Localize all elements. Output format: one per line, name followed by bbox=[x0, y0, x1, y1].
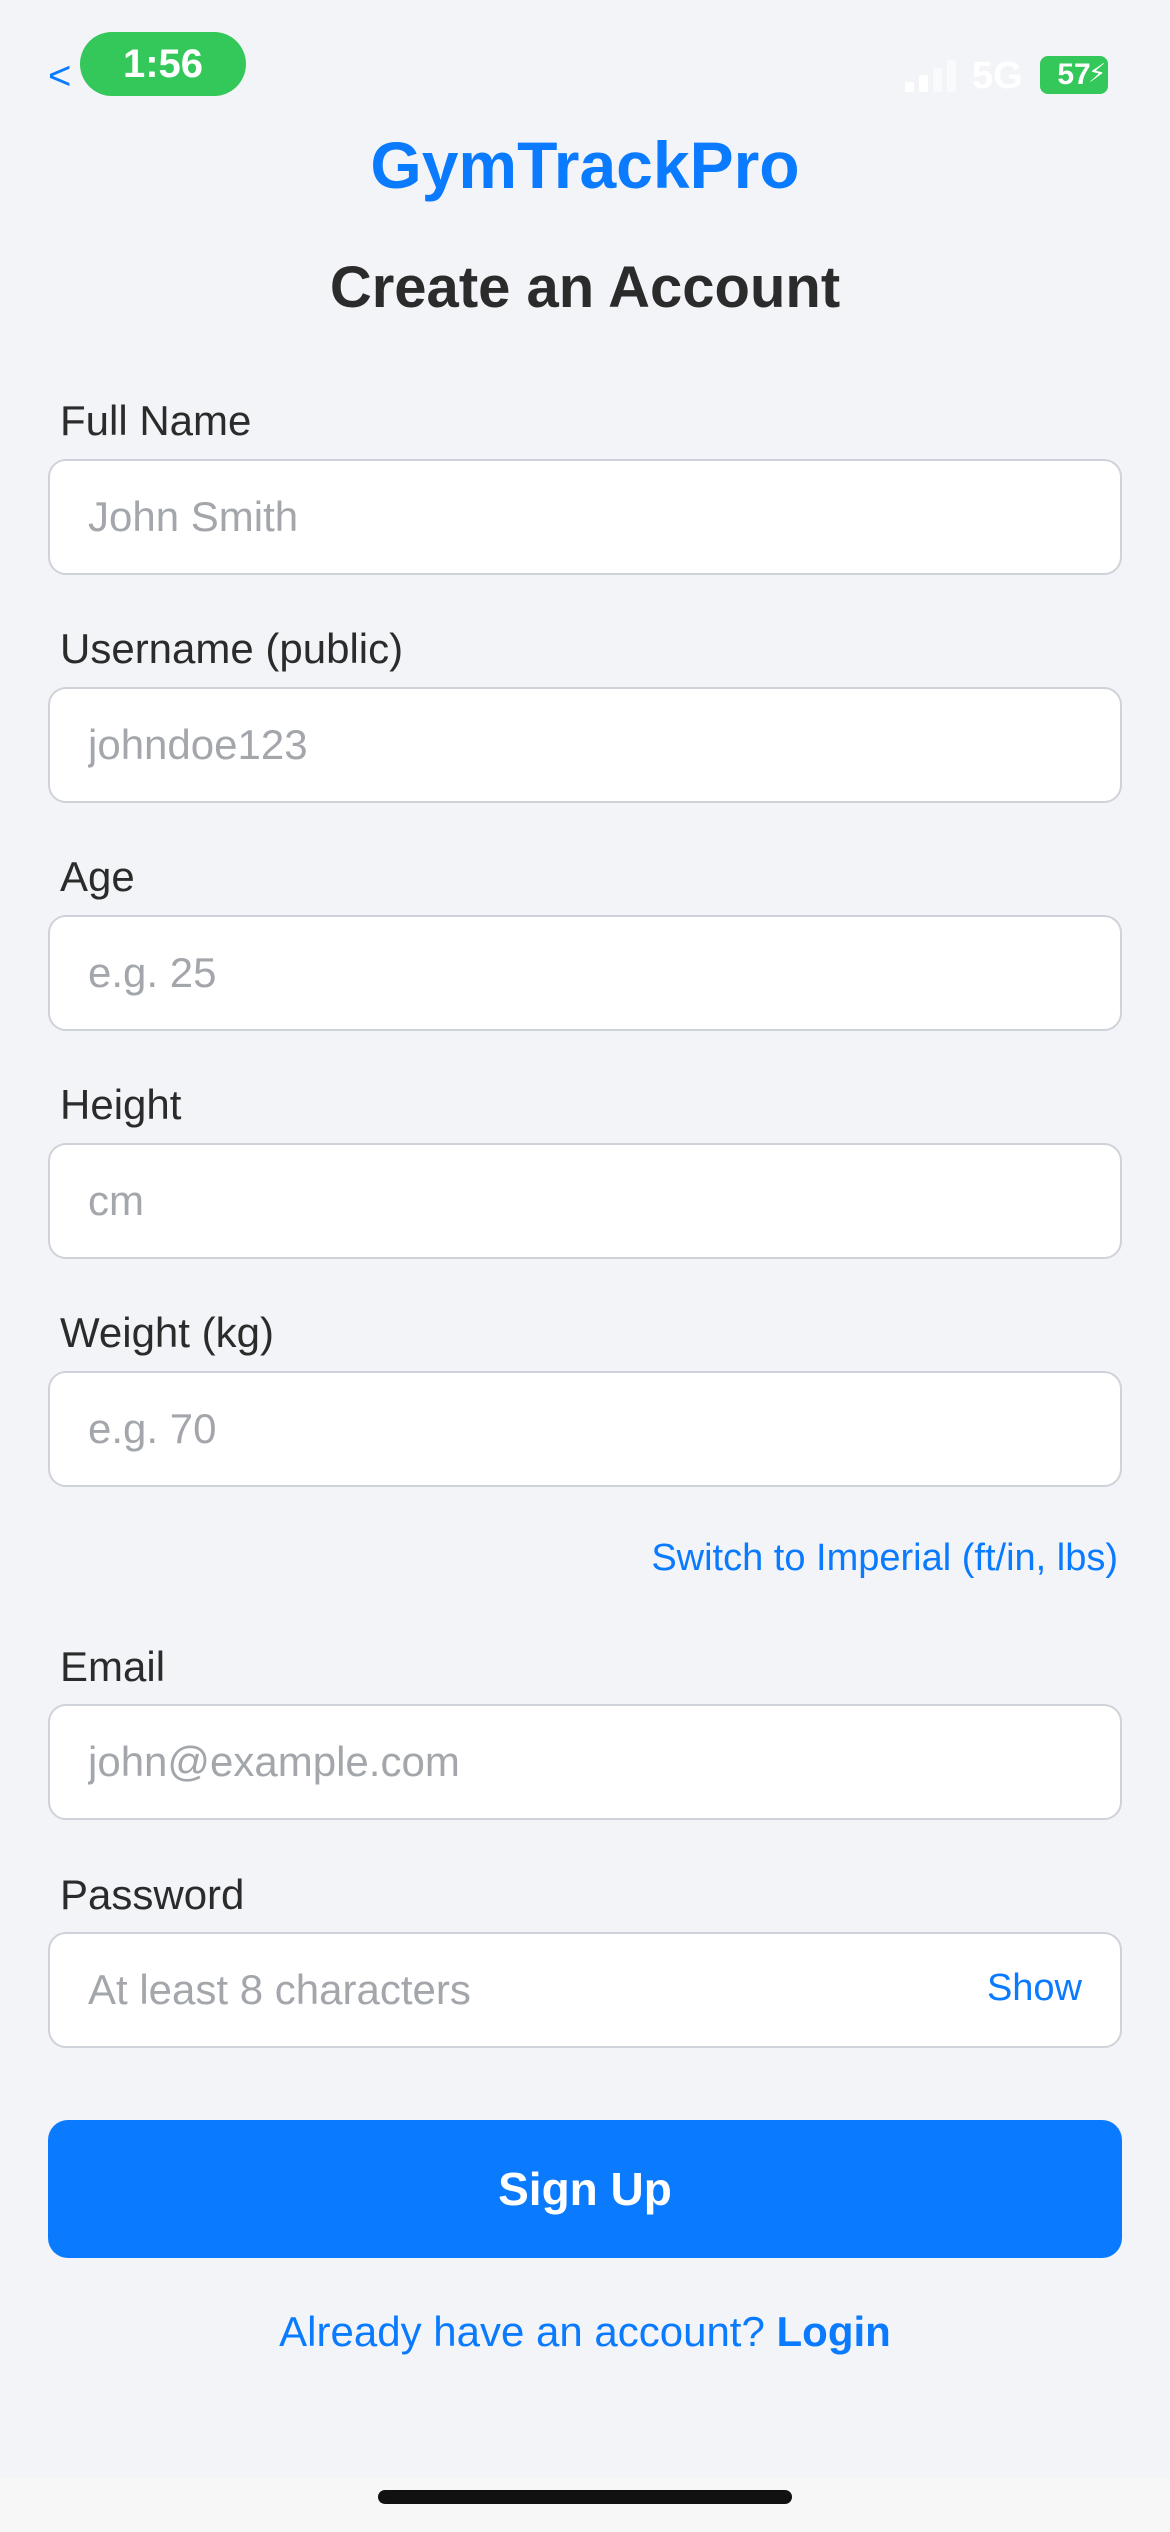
username-label: Username (public) bbox=[60, 625, 404, 672]
cellular-signal-icon bbox=[905, 60, 956, 92]
back-chevron-icon[interactable]: < bbox=[48, 52, 71, 100]
status-time: 1:56 bbox=[122, 41, 204, 86]
battery-level: 57 bbox=[1057, 58, 1091, 91]
status-bar: < 1:56 5G 57 ⚡ bbox=[0, 0, 1170, 120]
login-prompt-text: Already have an account? bbox=[279, 2308, 765, 2355]
age-label: Age bbox=[60, 853, 135, 900]
weight-label: Weight (kg) bbox=[60, 1309, 274, 1356]
email-label: Email bbox=[60, 1643, 166, 1690]
sign-up-button[interactable]: Sign Up bbox=[48, 2120, 1122, 2258]
app-title: GymTrackPro bbox=[370, 128, 800, 202]
age-input[interactable] bbox=[48, 915, 1122, 1031]
home-indicator[interactable] bbox=[378, 2490, 792, 2504]
charging-bolt-icon: ⚡ bbox=[1088, 58, 1107, 88]
home-indicator-area bbox=[0, 2478, 1170, 2532]
show-password-toggle[interactable]: Show bbox=[987, 1963, 1082, 2013]
password-label: Password bbox=[60, 1871, 245, 1918]
network-type: 5G bbox=[972, 55, 1023, 97]
email-input[interactable] bbox=[48, 1704, 1122, 1820]
username-input[interactable] bbox=[48, 687, 1122, 803]
full-name-label: Full Name bbox=[60, 397, 252, 444]
weight-input[interactable] bbox=[48, 1371, 1122, 1487]
switch-to-imperial-link[interactable]: Switch to Imperial (ft/in, lbs) bbox=[651, 1530, 1118, 1586]
time-pill[interactable]: 1:56 bbox=[80, 32, 246, 96]
height-label: Height bbox=[60, 1081, 182, 1128]
login-prompt: Already have an account? Login bbox=[0, 2302, 1170, 2362]
page-title: Create an Account bbox=[329, 255, 841, 320]
height-input[interactable] bbox=[48, 1143, 1122, 1259]
login-link[interactable]: Login bbox=[777, 2308, 891, 2355]
password-input[interactable] bbox=[48, 1932, 1122, 2048]
full-name-input[interactable] bbox=[48, 459, 1122, 575]
